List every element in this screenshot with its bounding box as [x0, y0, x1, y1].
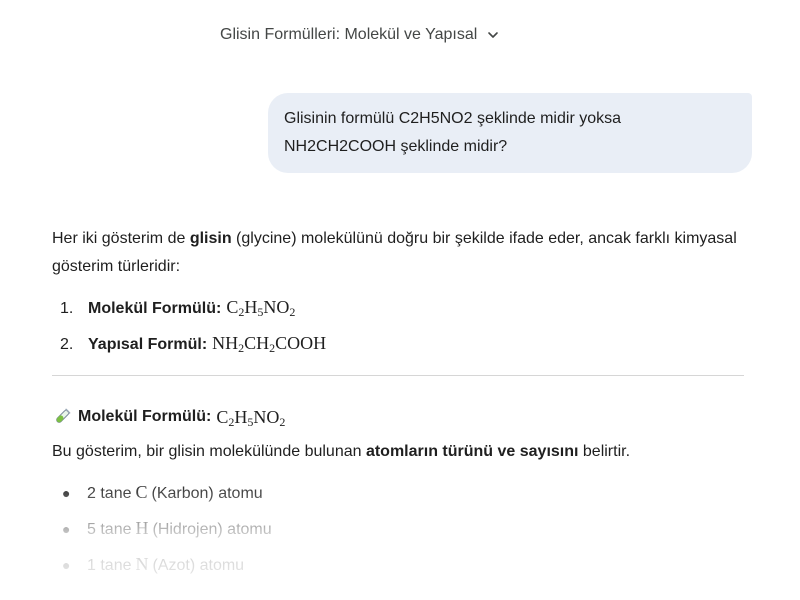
list-item-label: Yapısal Formül:	[88, 336, 208, 353]
intro-text-1: Her iki gösterim de	[52, 230, 190, 247]
structural-formula: NH2CH2COOH	[212, 325, 326, 361]
bullet-icon: ●	[62, 485, 71, 501]
section-heading: Molekül Formülü: C2H5NO2	[52, 402, 744, 432]
list-marker: 1.	[60, 300, 74, 317]
formula-element: C	[226, 297, 239, 317]
response-intro: Her iki gösterim de glisin (glycine) mol…	[52, 225, 744, 281]
user-message-text: Glisinin formülü C2H5NO2 şeklinde midir …	[284, 110, 622, 155]
description-bold: atomların türünü ve sayısını	[365, 443, 579, 460]
section-heading-label: Molekül Formülü:	[78, 408, 212, 425]
atom-count: 5 tane	[87, 521, 132, 538]
conversation-title-dropdown[interactable]: Glisin Formülleri: Molekül ve Yapısal	[214, 20, 507, 50]
user-message-bubble: Glisinin formülü C2H5NO2 şeklinde midir …	[268, 93, 752, 173]
formula-subscript: 2	[279, 414, 286, 429]
formula-element: CH	[244, 333, 270, 353]
description-text-1: Bu gösterim, bir glisin molekülünde bulu…	[52, 443, 366, 460]
formula-element: NO	[263, 297, 290, 317]
conversation-title: Glisin Formülleri: Molekül ve Yapısal	[220, 26, 478, 43]
bullet-icon: ●	[62, 557, 71, 573]
chevron-down-icon	[488, 32, 499, 38]
list-item: 2. Yapısal Formül: NH2CH2COOH	[52, 325, 744, 361]
section-formula: C2H5NO2	[216, 407, 285, 428]
list-item: 1. Molekül Formülü: C2H5NO2	[52, 289, 744, 325]
list-item: ● 5 tane H (Hidrojen) atomu	[52, 510, 744, 546]
atom-count: 1 tane	[87, 557, 132, 574]
list-item-label: Molekül Formülü:	[88, 300, 222, 317]
section-description: Bu gösterim, bir glisin molekülünde bulu…	[52, 438, 744, 466]
description-text-2: belirtir.	[578, 443, 631, 460]
formula-subscript: 2	[289, 305, 296, 319]
atom-count-list: ● 2 tane C (Karbon) atomu ● 5 tane H (Hi…	[52, 474, 744, 582]
formula-element: COOH	[275, 333, 327, 353]
list-item: ● 1 tane N (Azot) atomu	[52, 546, 744, 582]
atom-symbol: H	[135, 518, 149, 538]
list-marker: 2.	[60, 336, 74, 353]
model-response: Her iki gösterim de glisin (glycine) mol…	[52, 225, 744, 582]
formula-element: H	[234, 406, 248, 427]
test-tube-icon	[56, 408, 71, 423]
section-divider	[52, 375, 744, 376]
molecular-formula: C2H5NO2	[226, 289, 295, 325]
formula-element: NH	[212, 333, 239, 353]
atom-count: 2 tane	[87, 485, 132, 502]
formula-element: H	[244, 297, 258, 317]
formula-element: NO	[253, 406, 280, 427]
bullet-icon: ●	[62, 521, 71, 537]
atom-name: (Karbon) atomu	[151, 485, 263, 502]
formula-type-list: 1. Molekül Formülü: C2H5NO2 2. Yapısal F…	[52, 289, 744, 361]
atom-name: (Hidrojen) atomu	[152, 521, 272, 538]
atom-symbol: N	[135, 554, 149, 574]
atom-name: (Azot) atomu	[152, 557, 245, 574]
intro-bold: glisin	[189, 230, 232, 247]
list-item: ● 2 tane C (Karbon) atomu	[52, 474, 744, 510]
atom-symbol: C	[135, 482, 148, 502]
top-bar: Glisin Formülleri: Molekül ve Yapısal	[0, 20, 800, 50]
formula-element: C	[216, 406, 229, 427]
